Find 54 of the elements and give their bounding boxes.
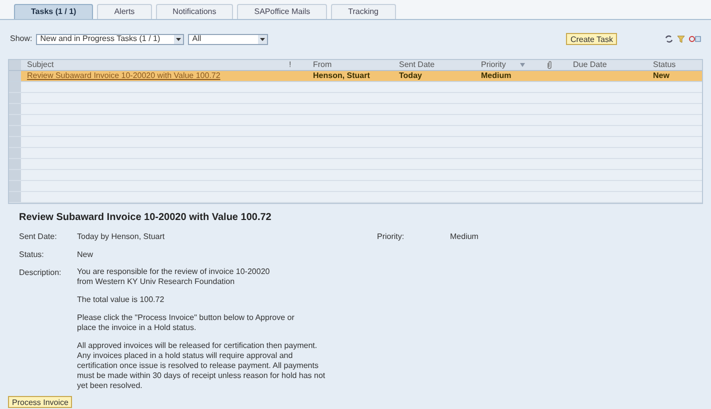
field-label: Sent Date: (19, 231, 58, 243)
filter-icon[interactable] (677, 35, 685, 43)
dropdown-icon (174, 34, 184, 44)
table-cell: New (653, 71, 670, 80)
description-paragraph: The total value is 100.72 (77, 295, 166, 305)
column-header[interactable]: Due Date (573, 59, 607, 71)
row-selector[interactable] (9, 93, 21, 103)
tab[interactable]: Tasks (1 / 1) (14, 4, 94, 19)
table-cell: Henson, Stuart (313, 71, 370, 80)
column-header[interactable]: Priority (481, 59, 506, 71)
show-label: Show: (10, 33, 32, 45)
tab[interactable]: Notifications (156, 4, 234, 19)
row-selector-header[interactable] (9, 60, 21, 70)
table-cell: Today (399, 71, 422, 80)
column-header[interactable]: Status (653, 59, 676, 71)
field-value: Today by Henson, Stuart (77, 231, 166, 243)
task-row[interactable]: Review Subaward Invoice 10-20020 with Value 100.72 Henson, Stuart Today Medium New (9, 71, 702, 82)
column-header[interactable]: ! (289, 59, 292, 71)
create-task-button[interactable]: Create Task (566, 33, 617, 45)
field-label: Priority: (377, 231, 406, 243)
field-value: New (77, 249, 94, 261)
column-header[interactable]: Subject (27, 59, 54, 71)
row-selector[interactable] (9, 181, 21, 191)
row-selector[interactable] (9, 137, 21, 147)
task-title: Review Subaward Invoice 10-20020 with Value 100.72 (19, 211, 272, 225)
tab[interactable]: Tracking (331, 4, 396, 19)
description-paragraph: All approved invoices will be released for certification then payment. Any invoices placed in a hold status will require approval and certification once issue is resolved to release payment. All payments must be made within 30 days of receipt unless reason for hold has not yet been resolved. (77, 341, 326, 391)
row-selector[interactable] (9, 115, 21, 125)
row-selector[interactable] (9, 71, 21, 81)
refresh-icon[interactable] (665, 35, 673, 43)
table-cell: Medium (481, 71, 512, 80)
scope-dropdown[interactable]: All (188, 34, 268, 44)
description-paragraph: Please click the "Process Invoice" button below to Approve or place the invoice in a Hold status. (77, 313, 296, 333)
paperclip-icon (547, 61, 552, 69)
description-paragraph: You are responsible for the review of invoice 10-20020 from Western KY Univ Research Foundation (77, 267, 271, 287)
field-value: Medium (450, 231, 478, 243)
row-selector[interactable] (9, 170, 21, 180)
field-label: Status: (19, 249, 45, 261)
row-selector[interactable] (9, 82, 21, 92)
column-header[interactable]: Sent Date (399, 59, 435, 71)
sort-icon[interactable] (520, 63, 525, 67)
tab[interactable]: Alerts (97, 4, 152, 19)
tab[interactable]: SAPoffice Mails (237, 4, 328, 19)
dropdown-icon (258, 34, 268, 44)
process-invoice-button[interactable]: Process Invoice (8, 396, 72, 408)
row-selector[interactable] (9, 104, 21, 114)
subject-link[interactable]: Review Subaward Invoice 10-20020 with Value 100.72 (27, 71, 220, 80)
filter-dropdown[interactable]: New and in Progress Tasks (1 / 1) (36, 34, 184, 44)
row-selector[interactable] (9, 148, 21, 158)
column-header[interactable]: From (313, 59, 332, 71)
field-label: Description: (19, 267, 62, 279)
row-selector[interactable] (9, 192, 21, 202)
row-selector[interactable] (9, 159, 21, 169)
row-selector[interactable] (9, 126, 21, 136)
